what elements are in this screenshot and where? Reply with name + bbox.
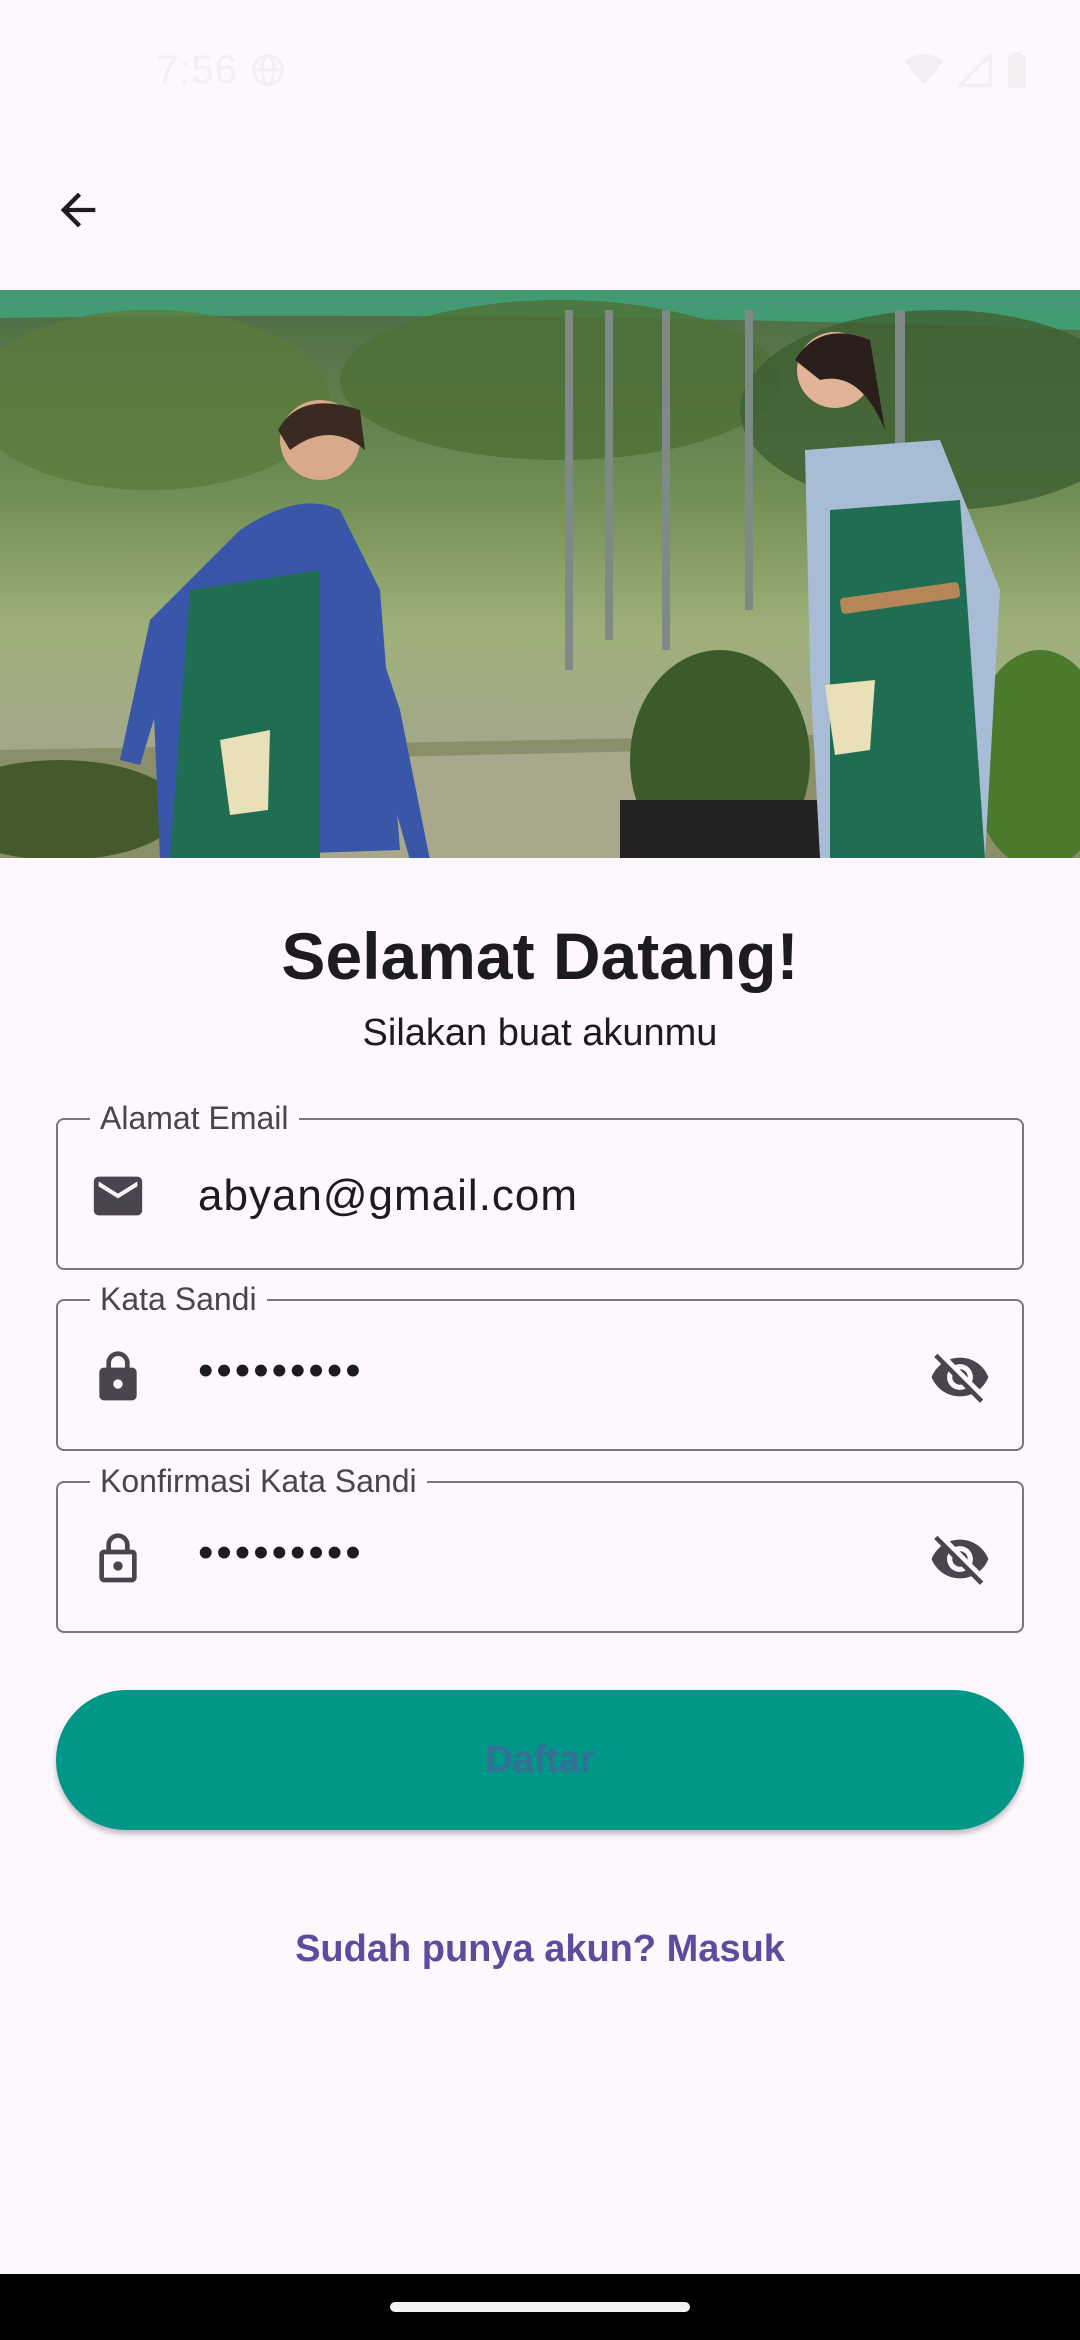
register-button[interactable]: Daftar bbox=[56, 1690, 1024, 1830]
signal-icon bbox=[958, 53, 992, 87]
password-input[interactable]: ••••••••• bbox=[198, 1341, 364, 1401]
email-field-label: Alamat Email bbox=[90, 1098, 299, 1138]
lock-icon bbox=[88, 1347, 148, 1407]
globe-icon bbox=[250, 52, 286, 88]
register-button-label: Daftar bbox=[485, 1738, 595, 1781]
login-link[interactable]: Sudah punya akun? Masuk bbox=[0, 1928, 1080, 1971]
lock-outline-icon bbox=[88, 1529, 148, 1589]
confirm-password-field-label: Konfirmasi Kata Sandi bbox=[90, 1461, 427, 1501]
status-bar: 7:56 bbox=[0, 0, 1080, 140]
email-input[interactable]: abyan@gmail.com bbox=[198, 1166, 578, 1226]
arrow-back-icon bbox=[52, 184, 104, 241]
back-button[interactable] bbox=[36, 170, 120, 254]
email-field[interactable]: Alamat Email abyan@gmail.com bbox=[56, 1098, 1024, 1270]
password-field-label: Kata Sandi bbox=[90, 1279, 267, 1319]
confirm-password-field[interactable]: Konfirmasi Kata Sandi ••••••••• bbox=[56, 1461, 1024, 1633]
register-screen: 7:56 Selamat Datang! Silakan buat akunmu… bbox=[0, 0, 1080, 2340]
battery-icon bbox=[1006, 52, 1028, 88]
confirm-password-input[interactable]: ••••••••• bbox=[198, 1523, 364, 1583]
visibility-off-icon[interactable] bbox=[928, 1345, 992, 1409]
home-handle[interactable] bbox=[390, 2302, 690, 2312]
wifi-icon bbox=[904, 53, 944, 87]
hero-photo bbox=[0, 290, 1080, 858]
page-subtitle: Silakan buat akunmu bbox=[362, 1012, 718, 1054]
password-field[interactable]: Kata Sandi ••••••••• bbox=[56, 1279, 1024, 1451]
mail-icon bbox=[88, 1166, 148, 1226]
visibility-off-icon[interactable] bbox=[928, 1527, 992, 1591]
status-time: 7:56 bbox=[156, 48, 238, 92]
page-title: Selamat Datang! bbox=[281, 919, 799, 993]
navigation-bar bbox=[0, 2274, 1080, 2340]
status-icons bbox=[904, 52, 1028, 88]
